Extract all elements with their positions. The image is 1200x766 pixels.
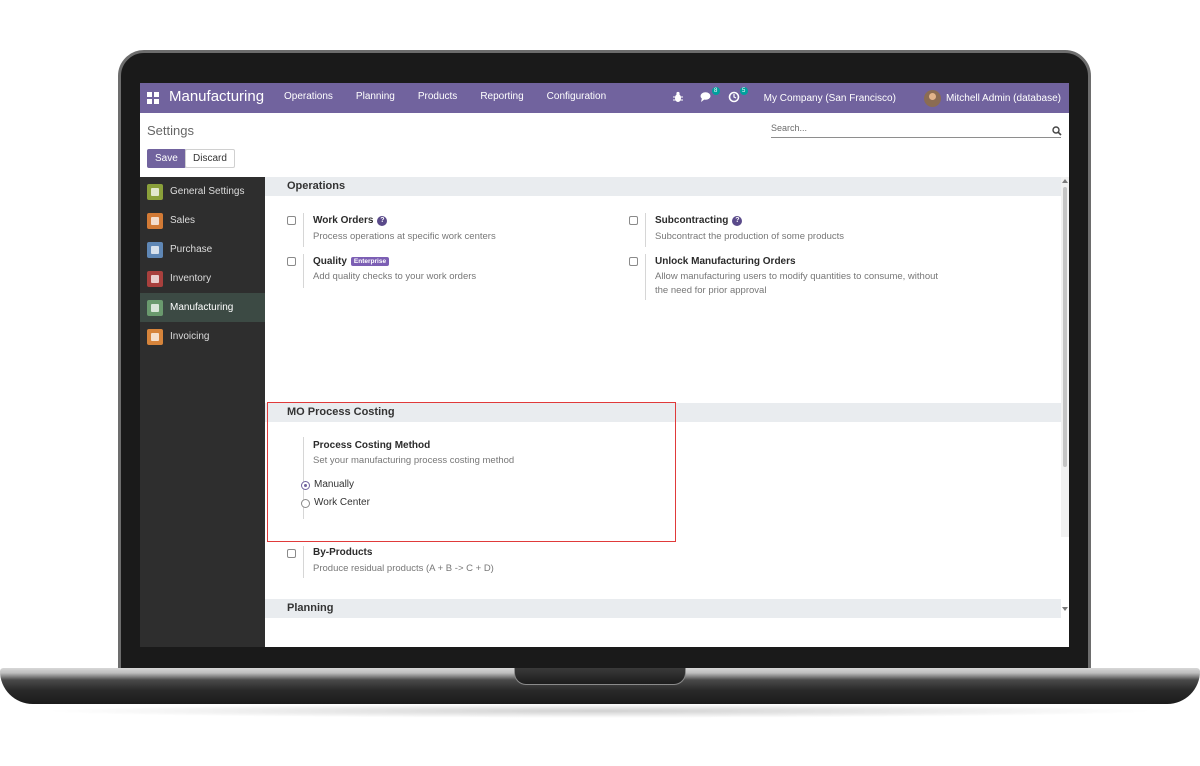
menu-planning[interactable]: Planning	[356, 91, 395, 102]
enterprise-badge: Enterprise	[350, 257, 390, 266]
quality-title: Quality Enterprise	[313, 256, 390, 267]
quality-desc: Add quality checks to your work orders	[313, 271, 477, 282]
activities-icon[interactable]: 5	[728, 87, 748, 105]
sidebar-item-label: Sales	[170, 215, 196, 226]
unlock-mo-desc-line1: Allow manufacturing users to modify quan…	[655, 271, 939, 282]
messages-badge: 8	[711, 87, 720, 95]
sidebar-item-inventory[interactable]: Inventory	[140, 264, 265, 293]
section-header-operations: Operations	[265, 177, 1061, 196]
sidebar-item-sales[interactable]: Sales	[140, 206, 265, 235]
work-orders-label: Work Orders	[313, 215, 374, 226]
menu-operations[interactable]: Operations	[284, 91, 333, 102]
scroll-thumb[interactable]	[1063, 187, 1067, 467]
top-navbar: Manufacturing Operations Planning Produc…	[140, 83, 1069, 113]
subcontracting-desc: Subcontract the production of some produ…	[655, 231, 845, 242]
byproducts-checkbox[interactable]	[287, 549, 296, 558]
sidebar-item-label: General Settings	[170, 186, 245, 197]
search-input[interactable]: Search...	[771, 120, 1061, 138]
work-orders-title: Work Orders?	[313, 215, 388, 226]
sidebar-item-invoicing[interactable]: Invoicing	[140, 322, 265, 351]
gear-icon	[147, 183, 163, 200]
section-header-planning: Planning	[265, 599, 1061, 618]
laptop-notch	[514, 668, 686, 685]
app-menu-icon[interactable]	[147, 92, 159, 104]
setting-divider	[645, 254, 646, 300]
main-menu: Operations Planning Products Reporting C…	[284, 91, 629, 102]
costing-method-title: Process Costing Method	[313, 440, 431, 451]
quality-checkbox[interactable]	[287, 257, 296, 266]
costing-method-desc: Set your manufacturing process costing m…	[313, 455, 515, 466]
sidebar-item-purchase[interactable]: Purchase	[140, 235, 265, 264]
page-title: Settings	[147, 123, 194, 138]
work-orders-checkbox[interactable]	[287, 216, 296, 225]
highlight-box	[267, 402, 676, 542]
subcontracting-title: Subcontracting?	[655, 215, 743, 226]
box-icon	[147, 270, 163, 287]
work-orders-desc: Process operations at specific work cent…	[313, 231, 496, 242]
scroll-down-icon[interactable]	[1062, 607, 1068, 611]
chart-icon	[147, 212, 163, 229]
card-icon	[147, 241, 163, 258]
radio-work-center-label[interactable]: Work Center	[314, 497, 370, 508]
wrench-icon	[147, 299, 163, 316]
app-screen: Manufacturing Operations Planning Produc…	[140, 83, 1069, 647]
setting-divider	[303, 546, 304, 578]
menu-configuration[interactable]: Configuration	[547, 91, 606, 102]
bug-icon[interactable]	[672, 91, 686, 105]
subcontracting-label: Subcontracting	[655, 215, 729, 226]
laptop-shadow	[40, 704, 1160, 718]
help-icon[interactable]: ?	[732, 216, 743, 226]
unlock-mo-checkbox[interactable]	[629, 257, 638, 266]
setting-divider	[303, 254, 304, 288]
setting-divider	[303, 213, 304, 247]
sidebar-item-label: Inventory	[170, 273, 212, 284]
search-icon[interactable]	[1052, 123, 1062, 136]
unlock-mo-desc-line2: the need for prior approval	[655, 285, 767, 296]
sidebar-item-label: Manufacturing	[170, 302, 234, 313]
systray: 8 5 My Company (San Francisco) Mitchell …	[672, 83, 1069, 113]
unlock-mo-title: Unlock Manufacturing Orders	[655, 256, 796, 267]
menu-reporting[interactable]: Reporting	[480, 91, 523, 102]
setting-divider	[645, 213, 646, 247]
invoice-icon	[147, 328, 163, 345]
settings-sidebar: General Settings Sales Purchase Inventor…	[140, 177, 265, 647]
app-brand[interactable]: Manufacturing	[169, 88, 264, 105]
settings-content: Operations Work Orders? Process operatio…	[265, 177, 1069, 647]
byproducts-title: By-Products	[313, 547, 373, 558]
activities-badge: 5	[739, 87, 748, 95]
save-button[interactable]: Save	[147, 149, 186, 168]
messages-icon[interactable]: 8	[700, 87, 720, 105]
menu-products[interactable]: Products	[418, 91, 457, 102]
radio-work-center[interactable]	[301, 499, 310, 508]
quality-label: Quality	[313, 256, 347, 267]
user-menu[interactable]: Mitchell Admin (database)	[946, 93, 1061, 104]
subcontracting-checkbox[interactable]	[629, 216, 638, 225]
user-avatar[interactable]	[923, 89, 941, 107]
sidebar-item-manufacturing[interactable]: Manufacturing	[140, 293, 265, 322]
scrollbar[interactable]	[1061, 177, 1069, 611]
sidebar-item-label: Purchase	[170, 244, 213, 255]
help-icon[interactable]: ?	[377, 216, 388, 226]
discard-button[interactable]: Discard	[185, 149, 235, 168]
section-header-mo-costing: MO Process Costing	[265, 403, 1061, 422]
company-switcher[interactable]: My Company (San Francisco)	[764, 93, 896, 104]
sidebar-item-general-settings[interactable]: General Settings	[140, 177, 265, 206]
radio-manually[interactable]	[301, 481, 310, 490]
byproducts-desc: Produce residual products (A + B -> C + …	[313, 563, 494, 574]
radio-manually-label[interactable]: Manually	[314, 479, 354, 490]
sidebar-item-label: Invoicing	[170, 331, 210, 342]
scroll-up-icon[interactable]	[1062, 179, 1068, 183]
